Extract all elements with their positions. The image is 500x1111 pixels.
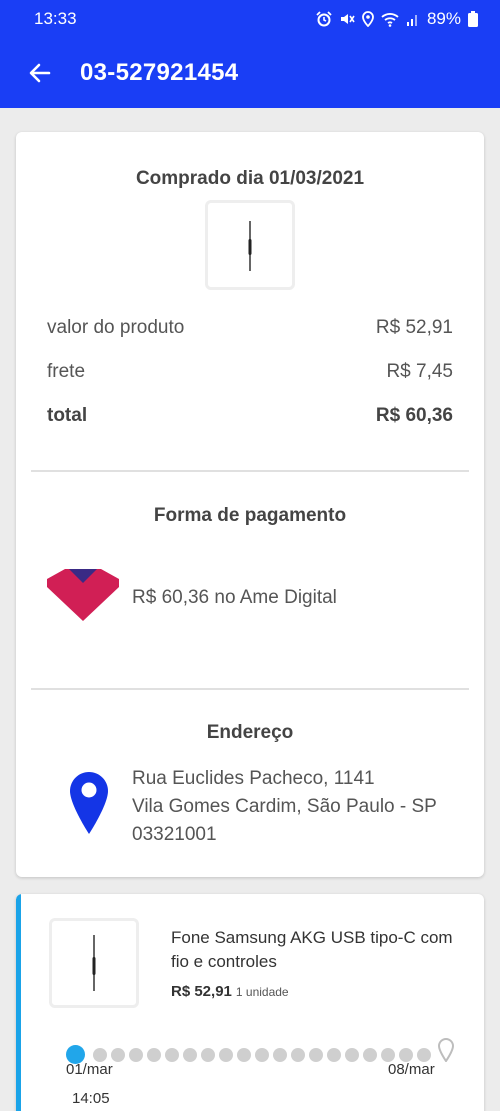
wifi-icon: [381, 12, 399, 27]
item-thumbnail[interactable]: [49, 918, 139, 1008]
location-pin-icon: [70, 772, 108, 834]
purchase-date-title: Comprado dia 01/03/2021: [135, 168, 365, 189]
total-value: R$ 60,36: [375, 405, 453, 426]
status-time: 13:33: [34, 9, 77, 28]
page-title: 03-527921454: [80, 59, 239, 86]
timeline-dot: [363, 1048, 377, 1062]
shipping-label: frete: [47, 361, 86, 382]
address-title: Endereço: [206, 722, 294, 743]
timeline-dot: [399, 1048, 413, 1062]
timeline-dot: [381, 1048, 395, 1062]
product-value-label: valor do produto: [47, 317, 185, 338]
shipping-row: frete R$ 7,45: [47, 361, 453, 383]
divider: [31, 470, 469, 472]
item-accent-bar: [16, 894, 21, 1111]
destination-pin-icon: [438, 1038, 454, 1062]
total-label: total: [47, 405, 88, 426]
timeline-dot: [201, 1048, 215, 1062]
address-text: Rua Euclides Pacheco, 1141 Vila Gomes Ca…: [132, 765, 437, 849]
payment-text: R$ 60,36 no Ame Digital: [132, 587, 337, 608]
item-card[interactable]: Fone Samsung AKG USB tipo-C com fio e co…: [16, 894, 484, 1111]
shipping-value: R$ 7,45: [386, 361, 453, 382]
product-value: R$ 52,91: [375, 317, 453, 338]
timeline-dot: [93, 1048, 107, 1062]
tracking-start-date: 01/mar: [66, 1061, 113, 1078]
item-price: R$ 52,91: [171, 983, 232, 1000]
mute-icon: [340, 14, 355, 24]
status-bar: 13:33 89%: [0, 0, 500, 38]
total-row: total R$ 60,36: [47, 405, 453, 427]
ame-digital-icon: [47, 569, 119, 621]
timeline-dot: [309, 1048, 323, 1062]
timeline-dot: [219, 1048, 233, 1062]
timeline-dot: [291, 1048, 305, 1062]
address-line1: Rua Euclides Pacheco, 1141: [132, 768, 375, 789]
arrow-left-icon: [29, 63, 51, 83]
item-quantity: 1 unidade: [235, 985, 289, 999]
timeline-dot: [183, 1048, 197, 1062]
tracking-end-date: 08/mar: [388, 1061, 435, 1078]
product-value-row: valor do produto R$ 52,91: [47, 317, 453, 339]
battery-percent: 89%: [426, 9, 461, 28]
status-icons: 89%: [316, 9, 478, 29]
alarm-icon: [316, 11, 332, 27]
location-icon: [362, 11, 374, 27]
timeline-dot: [129, 1048, 143, 1062]
payment-title: Forma de pagamento: [153, 505, 347, 526]
signal-icon: [406, 15, 417, 26]
item-price-row: R$ 52,91 1 unidade: [171, 983, 289, 1000]
timeline-dot: [147, 1048, 161, 1062]
timeline-dot: [417, 1048, 431, 1062]
item-name[interactable]: Fone Samsung AKG USB tipo-C com fio e co…: [171, 926, 461, 974]
earphone-image: [92, 935, 96, 991]
tracking-start-time: 14:05: [72, 1090, 110, 1107]
timeline-dot: [237, 1048, 251, 1062]
product-thumbnail[interactable]: [205, 200, 295, 290]
app-bar: 03-527921454: [0, 38, 500, 108]
order-summary-card: Comprado dia 01/03/2021 valor do produto…: [16, 132, 484, 877]
timeline-dot: [327, 1048, 341, 1062]
timeline-dot: [111, 1048, 125, 1062]
earphone-image: [248, 221, 252, 271]
divider: [31, 688, 469, 690]
timeline-dot: [345, 1048, 359, 1062]
timeline-dot: [165, 1048, 179, 1062]
timeline-dot: [273, 1048, 287, 1062]
timeline-dot: [255, 1048, 269, 1062]
address-line2: Vila Gomes Cardim, São Paulo - SP: [132, 796, 437, 817]
battery-icon: [468, 11, 478, 27]
back-button[interactable]: [0, 38, 80, 108]
address-zip: 03321001: [132, 824, 217, 845]
